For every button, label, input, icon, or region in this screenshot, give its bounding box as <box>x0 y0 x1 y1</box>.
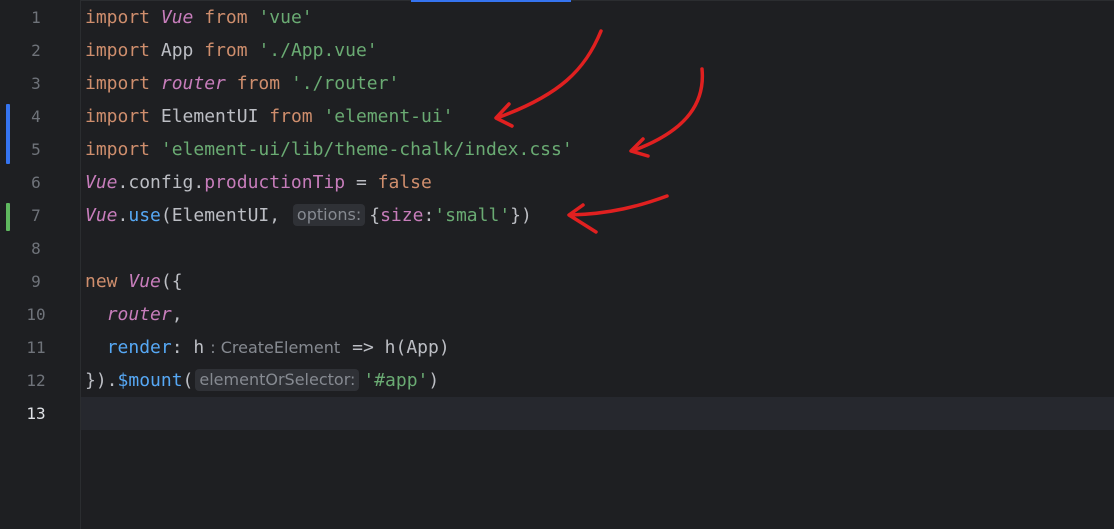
line-number: 9 <box>31 272 41 291</box>
keyword: from <box>204 40 248 61</box>
arrow-to-vue-use-line <box>568 194 669 217</box>
keyword: new <box>85 271 118 292</box>
line-number: 10 <box>26 305 46 324</box>
arrow-head-3 <box>567 203 598 234</box>
line-number: 12 <box>26 371 46 390</box>
code-line-12[interactable]: }).$mount(elementOrSelector: '#app') <box>85 364 439 397</box>
identifier: router <box>160 73 226 94</box>
arrow-head-1 <box>494 102 514 128</box>
string-literal: './App.vue' <box>258 40 378 61</box>
keyword: import <box>85 73 151 94</box>
string-literal: './router' <box>290 73 400 94</box>
string-literal: 'vue' <box>258 7 313 28</box>
line-number: 4 <box>31 107 41 126</box>
line-number: 8 <box>31 239 41 258</box>
code-line-2[interactable]: import App from './App.vue' <box>85 34 378 67</box>
code-line-7[interactable]: Vue.use(ElementUI, options: {size:'small'… <box>85 199 532 232</box>
keyword: from <box>204 7 248 28</box>
object-key: render <box>106 337 172 358</box>
current-line-highlight <box>0 397 1114 430</box>
code-line-4[interactable]: import ElementUI from 'element-ui' <box>85 100 454 133</box>
object-key: size <box>380 205 424 226</box>
type-hint: : CreateElement <box>210 338 341 357</box>
identifier: Vue <box>128 271 161 292</box>
string-literal: 'small' <box>434 205 511 226</box>
keyword: from <box>269 106 313 127</box>
keyword: import <box>85 106 151 127</box>
code-line-11[interactable]: render: h : CreateElement => h(App) <box>85 331 450 364</box>
identifier: Vue <box>85 172 118 193</box>
keyword: import <box>85 139 151 160</box>
string-literal: 'element-ui/lib/theme-chalk/index.css' <box>160 139 573 160</box>
paren: ( <box>182 370 194 391</box>
line-number: 2 <box>31 41 41 60</box>
line-number: 6 <box>31 173 41 192</box>
member-access: .config. <box>117 172 205 193</box>
code-line-1[interactable]: import Vue from 'vue' <box>85 1 313 34</box>
code-line-6[interactable]: Vue.config.productionTip = false <box>85 166 432 199</box>
parameter-hint: elementOrSelector: <box>195 369 360 391</box>
keyword: from <box>236 73 281 94</box>
call-args: (ElementUI, <box>160 205 291 226</box>
operator: = <box>345 172 378 193</box>
colon: : <box>423 205 435 226</box>
identifier: Vue <box>160 7 194 28</box>
property: productionTip <box>204 172 346 193</box>
arrow-body: => h(App) <box>352 337 450 358</box>
function-name: $mount <box>117 370 183 391</box>
line-number: 7 <box>31 206 41 225</box>
line-number: 3 <box>31 74 41 93</box>
code-line-5[interactable]: import 'element-ui/lib/theme-chalk/index… <box>85 133 573 166</box>
code-line-9[interactable]: new Vue({ <box>85 265 183 298</box>
code-line-3[interactable]: import router from './router' <box>85 67 399 100</box>
active-tab-indicator <box>411 0 571 2</box>
parameter-hint: options: <box>292 204 366 226</box>
identifier: ElementUI <box>160 106 259 127</box>
line-number: 1 <box>31 8 41 27</box>
opening-brackets: ({ <box>160 271 183 292</box>
comma: , <box>171 304 183 325</box>
closing-brackets: }) <box>510 205 532 226</box>
keyword: import <box>85 40 151 61</box>
arrow-to-element-ui-import <box>495 29 603 120</box>
line-number-gutter[interactable]: 1 2 3 4 5 6 7 8 9 10 11 12 13 <box>0 0 81 529</box>
identifier: router <box>106 304 172 325</box>
keyword: import <box>85 7 151 28</box>
identifier: App <box>160 40 194 61</box>
member-access: . <box>117 205 129 226</box>
parameter: h <box>193 337 205 358</box>
line-number: 5 <box>31 140 41 159</box>
function-name: use <box>128 205 161 226</box>
keyword: false <box>377 172 432 193</box>
identifier: Vue <box>85 205 118 226</box>
line-number: 11 <box>26 338 46 357</box>
string-literal: 'element-ui' <box>323 106 454 127</box>
paren: ) <box>428 370 440 391</box>
code-line-10[interactable]: router, <box>85 298 183 331</box>
closing-brackets: }). <box>85 370 118 391</box>
string-literal: '#app' <box>363 370 429 391</box>
colon: : <box>171 337 194 358</box>
line-number-current: 13 <box>26 404 46 423</box>
brace: { <box>369 205 381 226</box>
code-editor[interactable]: 1 2 3 4 5 6 7 8 9 10 11 12 13 import Vue… <box>0 0 1114 529</box>
arrow-head-2 <box>629 137 650 158</box>
arrow-to-theme-css-import <box>630 67 705 153</box>
